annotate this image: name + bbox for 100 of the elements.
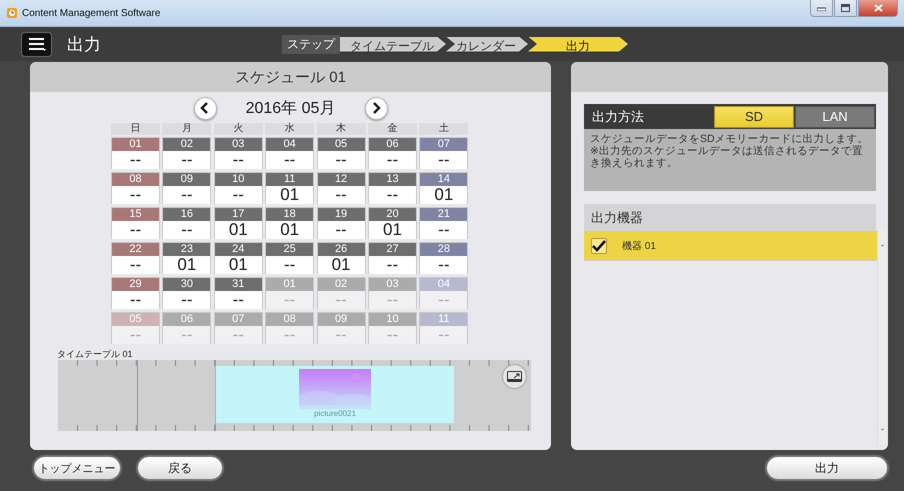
method-toggle[interactable]: LAN	[795, 106, 875, 128]
day-number: 05	[112, 313, 159, 326]
day-number: 24	[214, 243, 262, 256]
weekday-header: 水	[265, 123, 314, 135]
scrollbar[interactable]	[877, 230, 887, 445]
day-number: 11	[420, 313, 468, 326]
day-number: 31	[214, 278, 262, 291]
menu-icon	[28, 37, 46, 51]
day-schedule[interactable]: --	[266, 256, 314, 274]
day-number: 13	[368, 173, 416, 186]
day-number: 30	[163, 278, 210, 291]
footer-button[interactable]: 戻る	[137, 456, 223, 480]
day-number: 20	[368, 208, 416, 221]
menu-button[interactable]	[21, 32, 52, 56]
output-method-label: 出力方法	[591, 108, 645, 126]
day-schedule[interactable]: --	[368, 256, 416, 274]
weekday-header: 日	[111, 123, 160, 135]
day-number: 04	[266, 138, 314, 151]
day-schedule[interactable]: 01	[368, 221, 416, 239]
day-schedule[interactable]: 01	[214, 221, 262, 239]
day-schedule[interactable]: --	[214, 186, 262, 204]
method-description: スケジュールデータをSDメモリーカードに出力します。 ※出力先のスケジュールデータは送信されるデータで置き換えられます。	[584, 129, 876, 191]
day-number: 10	[214, 173, 262, 186]
previous-month-button[interactable]	[194, 96, 216, 120]
step-tab[interactable]: タイムテーブル	[340, 36, 446, 52]
day-number: 07	[420, 138, 468, 151]
day-schedule[interactable]: --	[112, 291, 159, 309]
day-schedule[interactable]: --	[163, 221, 210, 239]
steps-label: ステップ	[282, 34, 340, 54]
day-schedule[interactable]: --	[318, 186, 365, 204]
day-schedule[interactable]: --	[318, 151, 365, 169]
day-number: 06	[163, 313, 210, 326]
close-icon	[874, 4, 882, 12]
clip-name: picture0021	[314, 409, 356, 419]
month-title: 2016年 05月	[244, 98, 336, 118]
day-schedule[interactable]: 01	[318, 256, 365, 274]
day-number: 18	[266, 208, 314, 221]
step-tab[interactable]: 出力	[528, 36, 628, 52]
day-schedule[interactable]: --	[163, 186, 210, 204]
weekday-header: 金	[368, 123, 417, 135]
day-number: 23	[163, 243, 210, 256]
chevron-right-icon	[371, 102, 381, 114]
day-number: 19	[318, 208, 365, 221]
day-number: 12	[318, 173, 365, 186]
maximize-button[interactable]	[834, 0, 857, 17]
day-number: 08	[266, 313, 314, 326]
day-number: 04	[420, 278, 468, 291]
next-month-button[interactable]	[364, 96, 388, 120]
day-number: 28	[420, 243, 468, 256]
day-schedule[interactable]: --	[368, 151, 416, 169]
day-number: 11	[266, 173, 314, 186]
footer-button[interactable]: トップメニュー	[33, 456, 121, 480]
output-button[interactable]: 出力	[766, 456, 888, 480]
method-toggle[interactable]: SD	[714, 106, 794, 128]
minimize-icon	[817, 5, 826, 11]
checkbox[interactable]	[591, 238, 607, 254]
day-schedule[interactable]: 01	[266, 186, 314, 204]
chevron-left-icon	[200, 102, 210, 114]
day-number: 17	[214, 208, 262, 221]
day-number: 25	[266, 243, 314, 256]
day-schedule[interactable]: 01	[163, 256, 210, 274]
app-icon	[6, 7, 18, 19]
weekday-header: 月	[162, 123, 212, 135]
weekday-header: 木	[316, 123, 366, 135]
day-number: 09	[318, 313, 365, 326]
day-schedule[interactable]: --	[112, 256, 159, 274]
day-schedule[interactable]: --	[163, 291, 210, 309]
day-number: 01	[266, 278, 314, 291]
timetable-label: タイムテーブル 01	[57, 349, 134, 360]
step-tab[interactable]: カレンダー	[446, 36, 528, 52]
day-schedule[interactable]: --	[214, 291, 262, 309]
day-schedule[interactable]: 01	[266, 221, 314, 239]
day-schedule[interactable]: 01	[420, 186, 468, 204]
day-number: 09	[163, 173, 210, 186]
day-number: 10	[368, 313, 416, 326]
expand-button[interactable]	[502, 364, 527, 389]
day-schedule[interactable]: --	[112, 151, 159, 169]
day-number: 01	[112, 138, 159, 151]
day-number: 07	[214, 313, 262, 326]
device-row[interactable]: 機器 01	[584, 231, 877, 261]
day-schedule[interactable]: 01	[214, 256, 262, 274]
day-number: 03	[214, 138, 262, 151]
minimize-button[interactable]	[810, 0, 833, 17]
day-number: 14	[420, 173, 468, 186]
day-schedule[interactable]: --	[318, 221, 365, 239]
page-title: 出力	[67, 34, 101, 56]
weekday-header: 火	[214, 123, 263, 135]
day-schedule[interactable]: --	[214, 151, 262, 169]
day-schedule[interactable]: --	[368, 186, 416, 204]
day-number: 03	[368, 278, 416, 291]
maximize-icon	[841, 4, 850, 12]
day-schedule[interactable]: --	[163, 151, 210, 169]
devices-header: 出力機器	[584, 204, 876, 231]
day-schedule[interactable]: --	[420, 221, 468, 239]
day-schedule[interactable]: --	[266, 151, 314, 169]
day-schedule[interactable]: --	[112, 186, 159, 204]
day-schedule[interactable]: --	[420, 256, 468, 274]
close-button[interactable]	[858, 0, 898, 17]
day-schedule[interactable]: --	[420, 151, 468, 169]
day-schedule[interactable]: --	[112, 221, 159, 239]
